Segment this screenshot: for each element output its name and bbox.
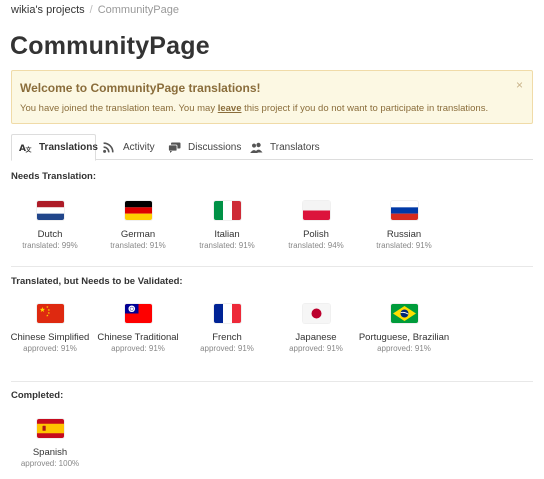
language-polish[interactable]: Polish translated: 94% — [266, 201, 366, 250]
language-stat: translated: 94% — [288, 241, 344, 250]
language-name: Chinese Simplified — [10, 332, 90, 343]
language-chinese-simplified[interactable]: ★ ★ ★ ★ ★ Chinese Simplified approved: 91% — [0, 304, 100, 353]
language-italian[interactable]: Italian translated: 91% — [177, 201, 277, 250]
section-title-completed: Completed: — [11, 390, 64, 401]
language-name: Japanese — [295, 332, 337, 343]
polish-flag-icon — [302, 201, 330, 220]
tab-discussions[interactable]: Discussions — [168, 134, 258, 160]
translate-icon: A文 — [19, 142, 33, 154]
alert-message-before: You have joined the translation team. Yo… — [20, 103, 218, 114]
rss-icon — [103, 141, 116, 153]
alert-heading: Welcome to CommunityPage translations! — [20, 81, 261, 95]
tab-translators[interactable]: Translators — [250, 134, 340, 160]
french-flag-icon — [213, 304, 241, 323]
language-chinese-traditional[interactable]: Chinese Traditional approved: 91% — [88, 304, 188, 353]
breadcrumb: wikia's projects / CommunityPage — [11, 4, 179, 16]
tab-label: Discussions — [188, 141, 242, 153]
language-stat: approved: 91% — [289, 344, 343, 353]
language-name: Polish — [303, 229, 329, 240]
china-flag-icon: ★ ★ ★ ★ ★ — [36, 304, 64, 323]
german-flag-icon — [124, 201, 152, 220]
language-stat: translated: 91% — [199, 241, 255, 250]
dutch-flag-icon — [36, 201, 64, 220]
project-tabs: A文 Translations Activity Discussions Tra… — [11, 134, 533, 161]
language-stat: translated: 91% — [110, 241, 166, 250]
language-name: Portuguese, Brazilian — [358, 332, 450, 343]
users-icon — [250, 142, 263, 153]
spanish-flag-icon — [36, 419, 64, 438]
language-stat: approved: 91% — [377, 344, 431, 353]
breadcrumb-parent-link[interactable]: wikia's projects — [11, 4, 85, 16]
language-french[interactable]: French approved: 91% — [177, 304, 277, 353]
language-name: French — [212, 332, 242, 343]
language-stat: approved: 91% — [111, 344, 165, 353]
language-stat: approved: 91% — [23, 344, 77, 353]
tab-label: Activity — [123, 141, 155, 153]
tab-label: Translations — [39, 142, 98, 153]
japan-flag-icon — [302, 304, 330, 323]
taiwan-flag-icon — [124, 304, 152, 323]
language-portuguese-brazilian[interactable]: Portuguese, Brazilian approved: 91% — [354, 304, 454, 353]
svg-text:★: ★ — [39, 306, 45, 314]
section-title-needs-translation: Needs Translation: — [11, 171, 96, 182]
alert-message-after: this project if you do not want to parti… — [241, 103, 489, 114]
language-name: Chinese Traditional — [97, 332, 179, 343]
leave-project-link[interactable]: leave — [218, 103, 242, 114]
language-name: Dutch — [37, 229, 63, 240]
language-spanish[interactable]: Spanish approved: 100% — [0, 419, 100, 468]
language-german[interactable]: German translated: 91% — [88, 201, 188, 250]
language-russian[interactable]: Russian translated: 91% — [354, 201, 454, 250]
language-name: German — [120, 229, 156, 240]
language-stat: translated: 91% — [376, 241, 432, 250]
page-title: CommunityPage — [10, 32, 210, 60]
section-title-needs-validation: Translated, but Needs to be Validated: — [11, 276, 183, 287]
italian-flag-icon — [213, 201, 241, 220]
language-stat: translated: 99% — [22, 241, 78, 250]
language-dutch[interactable]: Dutch translated: 99% — [0, 201, 100, 250]
language-name: Italian — [214, 229, 240, 240]
language-stat: approved: 91% — [200, 344, 254, 353]
breadcrumb-separator: / — [89, 4, 93, 16]
close-icon[interactable]: × — [516, 79, 523, 91]
section-divider — [11, 266, 533, 267]
tab-activity[interactable]: Activity — [103, 134, 173, 160]
tab-label: Translators — [270, 141, 320, 153]
language-name: Spanish — [32, 447, 68, 458]
russian-flag-icon — [390, 201, 418, 220]
language-stat: approved: 100% — [20, 459, 80, 468]
svg-text:文: 文 — [25, 146, 33, 153]
welcome-alert: Welcome to CommunityPage translations! Y… — [11, 70, 533, 124]
alert-message: You have joined the translation team. Yo… — [20, 103, 488, 114]
tab-translations[interactable]: A文 Translations — [11, 134, 98, 161]
breadcrumb-current: CommunityPage — [97, 4, 180, 16]
svg-text:★: ★ — [46, 314, 49, 318]
comments-icon — [168, 142, 181, 153]
section-divider — [11, 381, 533, 382]
brazil-flag-icon — [390, 304, 418, 323]
language-japanese[interactable]: Japanese approved: 91% — [266, 304, 366, 353]
language-name: Russian — [386, 229, 422, 240]
